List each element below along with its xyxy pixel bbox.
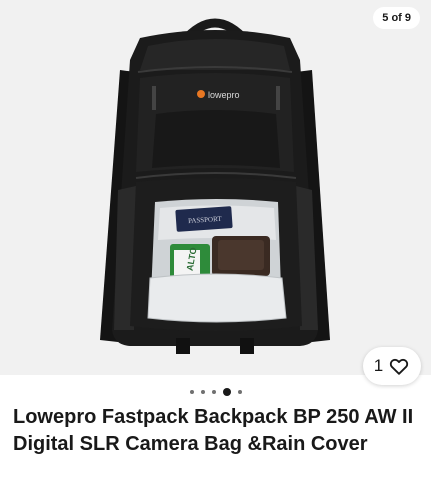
heart-outline-icon	[390, 358, 409, 375]
pagination-dot[interactable]	[237, 390, 242, 394]
pagination-dot[interactable]	[211, 390, 216, 394]
product-image-gallery[interactable]: lowepro PASSPORT ALTO 5 of 9	[0, 0, 431, 375]
image-counter-badge: 5 of 9	[373, 7, 420, 29]
watch-button[interactable]: 1	[363, 347, 421, 385]
lowepro-logo-icon	[197, 90, 205, 98]
image-counter-text: 5 of 9	[382, 12, 411, 24]
gallery-pagination-dots	[0, 386, 431, 398]
pagination-dot-active[interactable]	[222, 388, 231, 396]
brand-logo-text: lowepro	[208, 90, 240, 100]
pagination-dot[interactable]	[189, 390, 194, 394]
product-photo-backpack[interactable]: lowepro PASSPORT ALTO	[0, 0, 431, 375]
pagination-dot[interactable]	[200, 390, 205, 394]
listing-title: Lowepro Fastpack Backpack BP 250 AW II D…	[13, 406, 414, 455]
watch-count: 1	[373, 356, 384, 375]
